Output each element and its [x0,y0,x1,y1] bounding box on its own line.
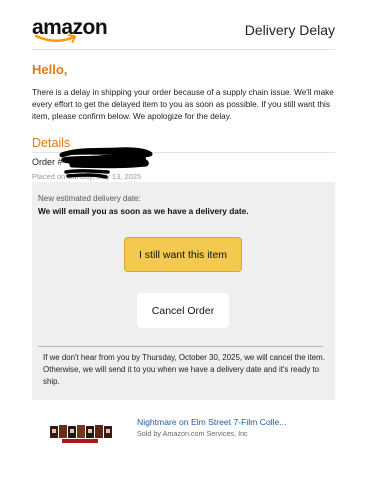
product-title-link[interactable]: Nightmare on Elm Street 7-Film Colle... [137,417,286,427]
redaction-scribble-small [64,169,110,179]
redaction-scribble [59,147,153,169]
greeting: Hello, [32,62,68,77]
product-row[interactable]: Nightmare on Elm Street 7-Film Colle... … [32,410,335,455]
header-title: Delivery Delay [244,22,335,38]
product-seller: Sold by Amazon.com Services, Inc [137,429,248,438]
estimate-label: New estimated delivery date: [38,194,141,203]
cancellation-notice: If we don't hear from you by Thursday, O… [43,353,325,386]
delivery-action-panel: New estimated delivery date: We will ema… [32,182,335,400]
panel-divider [38,346,323,347]
intro-paragraph: There is a delay in shipping your order … [32,88,334,121]
email-header: amazon Delivery Delay [32,14,335,50]
product-thumbnail[interactable] [48,420,114,446]
cancel-order-button[interactable]: Cancel Order [137,293,229,328]
estimate-text: We will email you as soon as we have a d… [38,206,249,216]
still-want-item-button[interactable]: I still want this item [124,237,242,272]
smile-arrow-icon [34,34,76,43]
amazon-logo[interactable]: amazon [32,16,108,44]
